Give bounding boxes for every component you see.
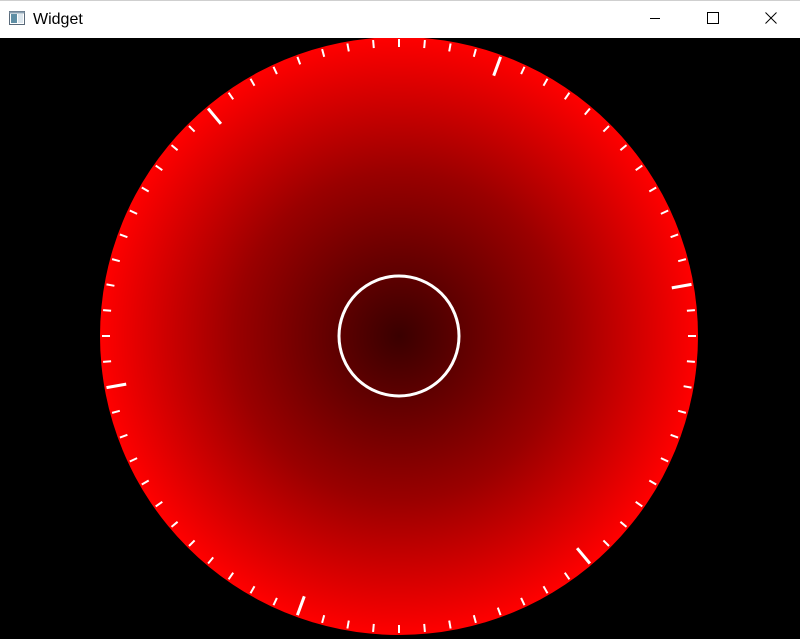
window-app-icon	[9, 11, 25, 25]
drawing-canvas	[0, 38, 800, 639]
title-bar[interactable]: Widget	[0, 0, 800, 38]
minimize-button[interactable]	[626, 1, 684, 38]
widget-window: Widget	[0, 0, 800, 639]
minor-tick	[103, 309, 112, 312]
minor-tick	[423, 623, 426, 632]
close-button[interactable]	[742, 1, 800, 38]
minor-tick	[423, 40, 426, 49]
radial-dial	[100, 38, 698, 635]
maximize-button[interactable]	[684, 1, 742, 38]
minor-tick	[686, 360, 695, 363]
minor-tick	[448, 43, 452, 52]
minor-tick	[686, 309, 695, 312]
minor-tick	[346, 620, 350, 629]
minimize-icon	[649, 11, 661, 29]
minor-tick	[372, 623, 375, 632]
minor-tick	[346, 43, 350, 52]
minor-tick	[106, 283, 115, 287]
minor-tick	[683, 385, 692, 389]
maximize-icon	[707, 11, 719, 29]
minor-tick	[372, 40, 375, 49]
close-icon	[765, 11, 777, 29]
window-title: Widget	[33, 11, 83, 28]
minor-tick	[103, 360, 112, 363]
minor-tick	[448, 620, 452, 629]
